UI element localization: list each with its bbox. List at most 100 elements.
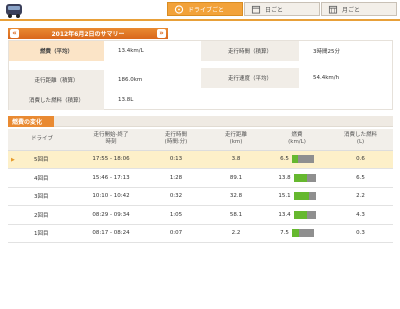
drive-label: 3回目: [34, 194, 49, 201]
drive-label: 5回目: [34, 157, 49, 164]
summary-fuel-economy: 燃費（平均） 13.4km/L: [9, 41, 199, 61]
drive-time-value: 3時間25分: [313, 49, 340, 55]
tab-by-month-label: 月ごと: [342, 6, 361, 14]
speed-value: 54.4km/h: [313, 75, 340, 81]
summary-distance: 走行距離（積算） 186.0km: [9, 70, 199, 90]
distance-cell: 32.8: [206, 187, 266, 206]
distance-label: 走行距離（積算）: [9, 70, 104, 90]
econ-cell: 15.1: [266, 187, 328, 206]
duration-cell: 0:13: [146, 150, 206, 169]
tab-by-month[interactable]: 月ごと: [321, 2, 397, 16]
selected-row-marker-icon: ▶: [11, 156, 15, 163]
econ-value: 6.5: [280, 156, 289, 163]
drive-cell: 3回目: [8, 187, 76, 206]
fuel-change-header: 燃費の変化: [8, 116, 393, 127]
table-row[interactable]: ▶ 5回目 17:55 - 18:06 0:13 3.8 6.5 0.6: [8, 150, 393, 169]
econ-bar: [291, 155, 314, 164]
header-divider: [0, 19, 400, 21]
duration-cell: 1:05: [146, 205, 206, 225]
drive-cell: 1回目: [8, 224, 76, 243]
summary-panel: 燃費（平均） 13.4km/L 走行時間（積算） 3時間25分 走行距離（積算）…: [8, 40, 393, 110]
fuel-cell: 2.2: [328, 187, 393, 206]
top-bar: ドライブごと 日ごと 月ごと: [0, 0, 400, 22]
duration-cell: 0:07: [146, 224, 206, 243]
table-row[interactable]: 3回目 10:10 - 10:42 0:32 32.8 15.1 2.2: [8, 187, 393, 206]
fuel-cell: 6.5: [328, 168, 393, 188]
drive-label: 4回目: [34, 175, 49, 182]
distance-cell: 3.8: [206, 150, 266, 169]
fuel-cell: 0.6: [328, 150, 393, 169]
econ-cell: 13.4: [266, 205, 328, 225]
speed-label: 走行速度（平均）: [201, 68, 299, 88]
header-distance-line2: (km): [229, 139, 243, 146]
calendar-month-icon: [328, 5, 338, 14]
header-time-line1: 走行開始-終了: [93, 132, 129, 139]
econ-bar: [293, 173, 316, 182]
header-econ-line2: (km/L): [288, 139, 306, 146]
econ-cell: 7.5: [266, 224, 328, 243]
duration-cell: 0:32: [146, 187, 206, 206]
econ-cell: 13.8: [266, 168, 328, 188]
distance-cell: 2.2: [206, 224, 266, 243]
header-time: 走行開始-終了 時刻: [76, 129, 146, 151]
econ-value: 7.5: [280, 230, 289, 237]
econ-bar: [293, 210, 316, 219]
tab-by-day-label: 日ごと: [265, 6, 284, 14]
header-fuel-line2: (L): [356, 139, 365, 146]
time-cell: 08:17 - 08:24: [76, 224, 146, 243]
duration-cell: 1:28: [146, 168, 206, 188]
tab-by-day[interactable]: 日ごと: [244, 2, 320, 16]
time-cell: 17:55 - 18:06: [76, 150, 146, 169]
table-row[interactable]: 1回目 08:17 - 08:24 0:07 2.2 7.5 0.3: [8, 224, 393, 243]
econ-value: 13.4: [278, 211, 291, 218]
header-duration: 走行時間 (時間:分): [146, 129, 206, 151]
drive-cell: ▶ 5回目: [8, 150, 76, 169]
econ-value: 13.8: [278, 174, 291, 181]
fuel-economy-value: 13.4km/L: [118, 48, 144, 54]
econ-cell: 6.5: [266, 150, 328, 169]
time-cell: 15:46 - 17:13: [76, 168, 146, 188]
fuel-cell: 0.3: [328, 224, 393, 243]
distance-cell: 89.1: [206, 168, 266, 188]
header-fuel-line1: 消費した燃料: [343, 132, 377, 139]
drive-label: 1回目: [34, 231, 49, 238]
econ-bar-fill: [293, 173, 308, 182]
summary-drive-time: 走行時間（積算） 3時間25分: [201, 41, 393, 61]
fuel-used-label: 消費した燃料（積算）: [9, 90, 104, 110]
next-day-button[interactable]: »: [157, 29, 166, 38]
steering-wheel-icon: [174, 4, 184, 14]
header-distance: 走行距離 (km): [206, 129, 266, 151]
tab-by-drive-label: ドライブごと: [188, 6, 225, 14]
table-header-row: ドライブ 走行開始-終了 時刻 走行時間 (時間:分) 走行距離 (km) 燃費 (km…: [8, 129, 393, 151]
econ-bar-fill: [291, 229, 300, 238]
previous-day-button[interactable]: «: [10, 29, 19, 38]
fuel-economy-label: 燃費（平均）: [9, 41, 104, 61]
summary-header: « 2012年6月2日のサマリー »: [8, 28, 168, 39]
header-drive: ドライブ: [8, 129, 76, 151]
header-duration-line2: (時間:分): [164, 139, 188, 146]
drive-cell: 4回目: [8, 168, 76, 188]
drive-label: 2回目: [34, 212, 49, 219]
tab-by-drive[interactable]: ドライブごと: [167, 2, 243, 16]
table-row[interactable]: 4回目 15:46 - 17:13 1:28 89.1 13.8 6.5: [8, 168, 393, 188]
header-distance-line1: 走行距離: [224, 132, 247, 139]
econ-bar-fill: [293, 210, 307, 219]
drive-time-label: 走行時間（積算）: [201, 41, 299, 61]
table-row[interactable]: 2回目 08:29 - 09:34 1:05 58.1 13.4 4.3: [8, 205, 393, 225]
summary-fuel-used: 消費した燃料（積算） 13.8L: [9, 90, 199, 110]
fuel-change-title: 燃費の変化: [8, 116, 54, 127]
header-econ: 燃費 (km/L): [266, 129, 328, 151]
summary-title: 2012年6月2日のサマリー: [51, 31, 125, 38]
summary-speed: 走行速度（平均） 54.4km/h: [201, 68, 393, 88]
econ-bar: [293, 192, 316, 201]
distance-cell: 58.1: [206, 205, 266, 225]
time-cell: 10:10 - 10:42: [76, 187, 146, 206]
header-econ-line1: 燃費: [291, 132, 303, 139]
header-duration-line1: 走行時間: [164, 132, 187, 139]
header-time-line2: 時刻: [105, 139, 117, 146]
view-tabs: ドライブごと 日ごと 月ごと: [167, 2, 397, 16]
econ-bar-fill: [293, 192, 309, 201]
fuel-used-value: 13.8L: [118, 97, 134, 103]
econ-bar-fill: [291, 155, 299, 164]
car-icon: [6, 4, 22, 18]
